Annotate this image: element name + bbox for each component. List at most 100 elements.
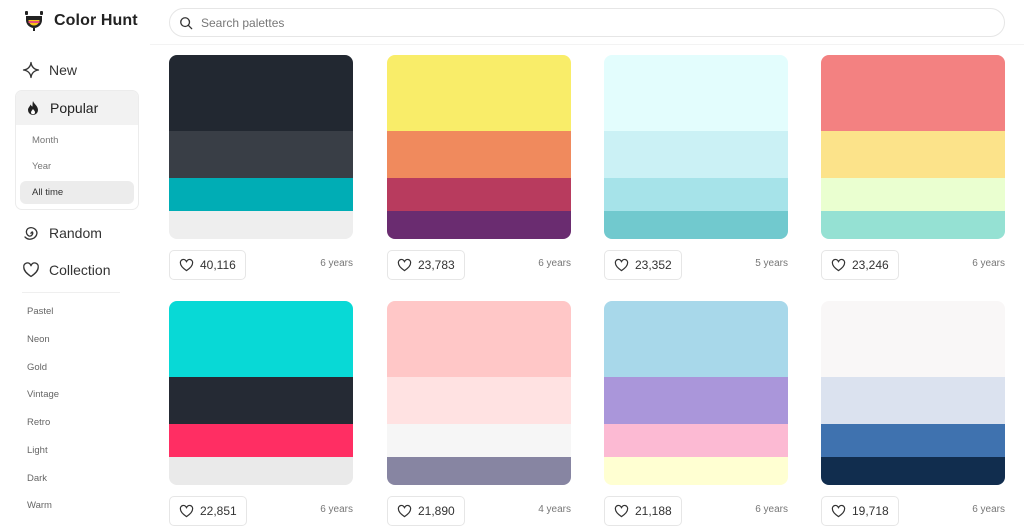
tag-warm[interactable]: Warm (27, 500, 52, 511)
heart-icon (614, 258, 629, 272)
color-band[interactable] (169, 211, 353, 239)
color-band[interactable] (387, 55, 571, 131)
color-band[interactable] (604, 424, 788, 457)
palette-swatch[interactable] (169, 55, 353, 239)
like-count: 21,188 (635, 504, 672, 518)
like-count: 23,783 (418, 258, 455, 272)
color-band[interactable] (169, 301, 353, 377)
color-band[interactable] (604, 377, 788, 424)
color-band[interactable] (387, 178, 571, 211)
sidebar-item-popular[interactable]: Popular (16, 91, 138, 125)
tag-retro[interactable]: Retro (27, 417, 50, 428)
like-count: 19,718 (852, 504, 889, 518)
palette-swatch[interactable] (821, 301, 1005, 485)
palette-swatch[interactable] (604, 301, 788, 485)
like-button[interactable]: 40,116 (169, 250, 246, 280)
color-band[interactable] (169, 377, 353, 424)
color-band[interactable] (387, 457, 571, 485)
like-count: 23,352 (635, 258, 672, 272)
color-band[interactable] (169, 424, 353, 457)
palette-age: 6 years (538, 258, 571, 269)
palette-card: 21,188 6 years (604, 301, 788, 526)
tag-pastel[interactable]: Pastel (27, 306, 53, 317)
color-band[interactable] (821, 377, 1005, 424)
palette-age: 6 years (320, 258, 353, 269)
color-band[interactable] (387, 301, 571, 377)
color-band[interactable] (604, 301, 788, 377)
search-bar[interactable] (169, 8, 1005, 37)
color-band[interactable] (604, 131, 788, 178)
popular-option-year[interactable]: Year (20, 155, 134, 178)
palette-card: 40,116 6 years (169, 55, 353, 280)
color-band[interactable] (821, 55, 1005, 131)
heart-icon (23, 262, 39, 278)
palette-swatch[interactable] (604, 55, 788, 239)
popular-menu: Popular Month Year All time (15, 90, 139, 210)
color-band[interactable] (387, 377, 571, 424)
palette-card: 23,246 6 years (821, 55, 1005, 280)
palette-swatch[interactable] (387, 55, 571, 239)
search-input[interactable] (201, 15, 944, 30)
like-count: 22,851 (200, 504, 237, 518)
palette-card: 23,783 6 years (387, 55, 571, 280)
color-band[interactable] (387, 131, 571, 178)
logo[interactable]: Color Hunt (22, 9, 138, 33)
heart-icon (831, 258, 846, 272)
color-band[interactable] (169, 131, 353, 178)
tag-gold[interactable]: Gold (27, 362, 47, 373)
like-button[interactable]: 21,890 (387, 496, 465, 526)
heart-icon (397, 504, 412, 518)
like-button[interactable]: 23,246 (821, 250, 899, 280)
color-band[interactable] (604, 178, 788, 211)
palette-swatch[interactable] (169, 301, 353, 485)
spiral-icon (24, 227, 38, 240)
color-band[interactable] (604, 457, 788, 485)
color-band[interactable] (387, 211, 571, 239)
color-band[interactable] (821, 301, 1005, 377)
palette-age: 4 years (538, 504, 571, 515)
color-band[interactable] (821, 131, 1005, 178)
tag-light[interactable]: Light (27, 445, 48, 456)
popular-option-all-time[interactable]: All time (20, 181, 134, 204)
palette-age: 5 years (755, 258, 788, 269)
color-band[interactable] (604, 55, 788, 131)
sidebar-item-label: Popular (50, 100, 99, 116)
sidebar-item-new[interactable]: New (22, 61, 77, 79)
popular-option-month[interactable]: Month (20, 129, 134, 152)
like-count: 21,890 (418, 504, 455, 518)
flame-icon (28, 101, 38, 115)
sidebar-item-random[interactable]: Random (22, 224, 102, 242)
sidebar-item-label: New (49, 62, 78, 78)
palette-swatch[interactable] (387, 301, 571, 485)
like-button[interactable]: 19,718 (821, 496, 899, 526)
color-band[interactable] (387, 424, 571, 457)
heart-icon (179, 258, 194, 272)
color-band[interactable] (821, 457, 1005, 485)
like-count: 23,246 (852, 258, 889, 272)
like-button[interactable]: 23,352 (604, 250, 682, 280)
palette-swatch[interactable] (821, 55, 1005, 239)
sidebar-item-label: Random (49, 225, 102, 241)
like-button[interactable]: 21,188 (604, 496, 682, 526)
color-band[interactable] (821, 178, 1005, 211)
like-button[interactable]: 23,783 (387, 250, 465, 280)
palette-card: 22,851 6 years (169, 301, 353, 526)
like-button[interactable]: 22,851 (169, 496, 247, 526)
palette-card: 19,718 6 years (821, 301, 1005, 526)
heart-icon (614, 504, 629, 518)
palette-age: 6 years (972, 504, 1005, 515)
palette-age: 6 years (755, 504, 788, 515)
color-band[interactable] (169, 178, 353, 211)
tag-vintage[interactable]: Vintage (27, 389, 59, 400)
heart-icon (179, 504, 194, 518)
tag-dark[interactable]: Dark (27, 473, 47, 484)
search-icon (180, 16, 193, 29)
color-band[interactable] (821, 211, 1005, 239)
color-band[interactable] (821, 424, 1005, 457)
sidebar-item-collection[interactable]: Collection (22, 261, 110, 279)
palette-age: 6 years (320, 504, 353, 515)
color-band[interactable] (169, 55, 353, 131)
tag-neon[interactable]: Neon (27, 334, 50, 345)
color-band[interactable] (169, 457, 353, 485)
color-band[interactable] (604, 211, 788, 239)
